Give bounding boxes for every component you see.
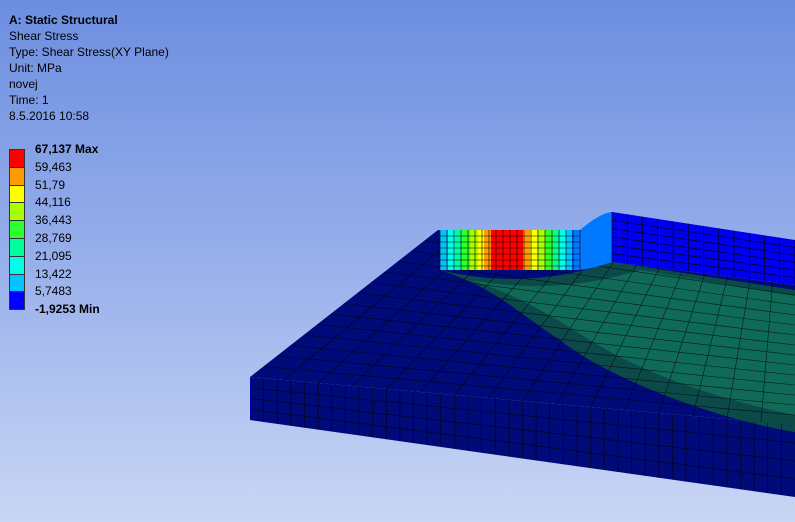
slab-left-edge [250,377,252,420]
fe-model-view[interactable] [0,0,795,522]
fillet-curve [580,212,612,270]
graphics-viewport[interactable]: A: Static Structural Shear Stress Type: … [0,0,795,522]
